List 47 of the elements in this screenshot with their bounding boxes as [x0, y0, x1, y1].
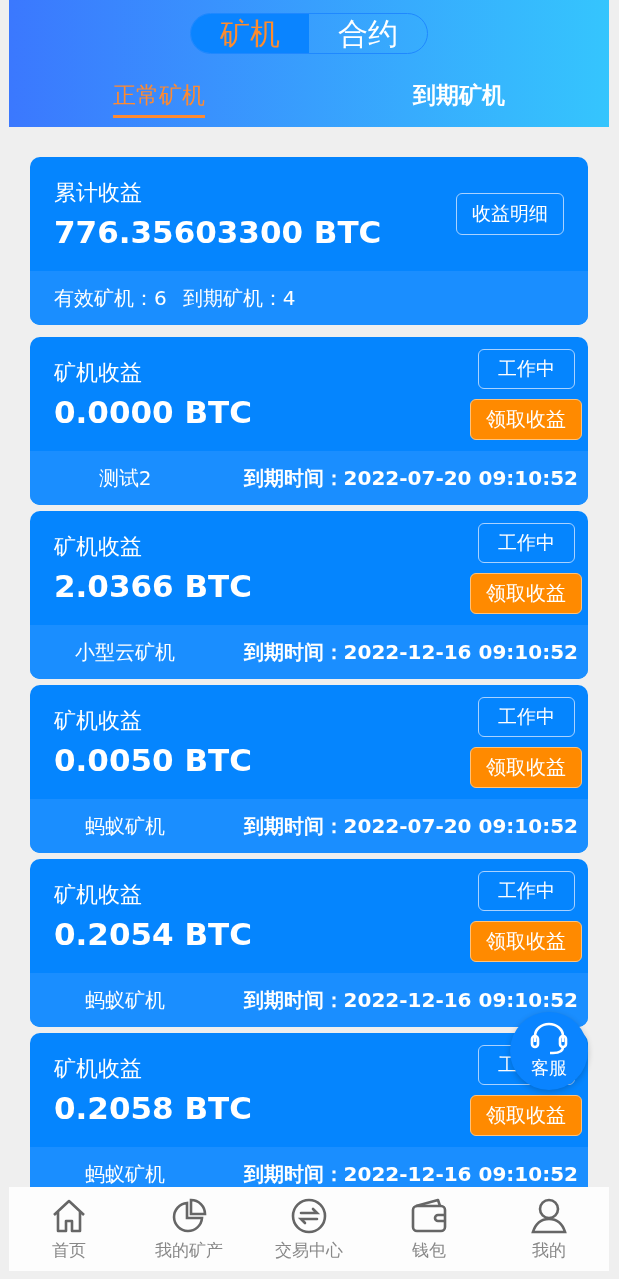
segment-tab[interactable]: 合约: [309, 14, 427, 53]
user-icon: [530, 1196, 568, 1235]
miner-name: 蚂蚁矿机: [84, 1160, 166, 1188]
tab[interactable]: 正常矿机: [9, 68, 309, 119]
exchange-icon: [290, 1196, 328, 1235]
status-badge: 工作中: [477, 522, 575, 563]
expiry-text: 到期时间：2022-12-16 09:10:52: [242, 1160, 578, 1188]
status-badge: 工作中: [477, 696, 575, 737]
nav-item[interactable]: 首页: [9, 1187, 129, 1271]
pie-chart-icon: [170, 1196, 208, 1235]
expiry-text: 到期时间：2022-07-20 09:10:52: [242, 464, 578, 492]
miner-name: 蚂蚁矿机: [84, 812, 166, 840]
summary-label: 累计收益: [54, 179, 143, 207]
earnings-value: 0.0050 BTC: [54, 742, 252, 778]
earnings-label: 矿机收益: [54, 359, 143, 387]
claim-button[interactable]: 领取收益: [470, 920, 582, 962]
expiry-text: 到期时间：2022-12-16 09:10:52: [242, 638, 578, 666]
miner-name: 测试2: [97, 464, 153, 492]
detail-button[interactable]: 收益明细: [456, 193, 564, 235]
earnings-value: 2.0366 BTC: [54, 568, 252, 604]
wallet-icon: [410, 1196, 448, 1235]
tab[interactable]: 到期矿机: [309, 68, 609, 119]
earnings-label: 矿机收益: [54, 707, 143, 735]
nav-item[interactable]: 我的: [489, 1187, 609, 1271]
segment-tab[interactable]: 矿机: [191, 14, 309, 53]
earnings-label: 矿机收益: [54, 881, 143, 909]
earnings-value: 0.0000 BTC: [54, 394, 252, 430]
earnings-label: 矿机收益: [54, 533, 143, 561]
claim-button[interactable]: 领取收益: [470, 746, 582, 788]
claim-button[interactable]: 领取收益: [470, 1094, 582, 1136]
claim-button[interactable]: 领取收益: [470, 398, 582, 440]
expiry-text: 到期时间：2022-07-20 09:10:52: [242, 812, 578, 840]
nav-item[interactable]: 钱包: [369, 1187, 489, 1271]
expiry-text: 到期时间：2022-12-16 09:10:52: [242, 986, 578, 1014]
miner-name: 小型云矿机: [74, 638, 176, 666]
nav-item[interactable]: 我的矿产: [129, 1187, 249, 1271]
nav-item[interactable]: 交易中心: [249, 1187, 369, 1271]
stat-text: 到期矿机：4: [182, 284, 296, 312]
earnings-label: 矿机收益: [54, 1055, 143, 1083]
earnings-value: 0.2058 BTC: [54, 1090, 252, 1126]
stat-text: 有效矿机：6: [54, 284, 167, 312]
earnings-value: 0.2054 BTC: [54, 916, 252, 952]
status-badge: 工作中: [477, 870, 575, 911]
miner-name: 蚂蚁矿机: [84, 986, 166, 1014]
status-badge: 工作中: [477, 348, 575, 389]
summary-value: 776.35603300 BTC: [54, 214, 382, 250]
claim-button[interactable]: 领取收益: [470, 572, 582, 614]
